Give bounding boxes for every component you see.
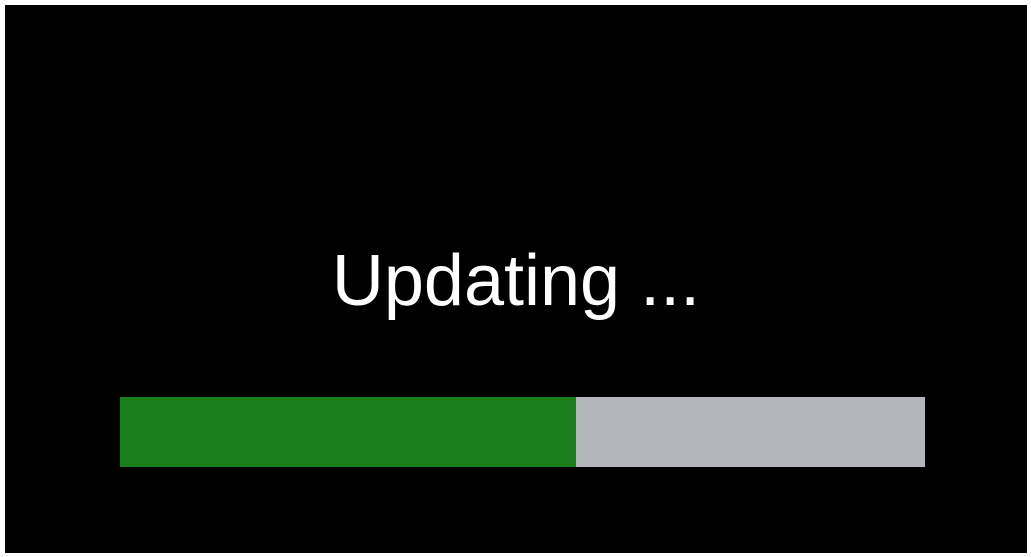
progress-bar-track xyxy=(120,397,925,467)
updating-status-text: Updating ... xyxy=(331,241,701,321)
progress-bar-fill xyxy=(120,397,577,467)
update-screen: Updating ... xyxy=(5,5,1027,553)
